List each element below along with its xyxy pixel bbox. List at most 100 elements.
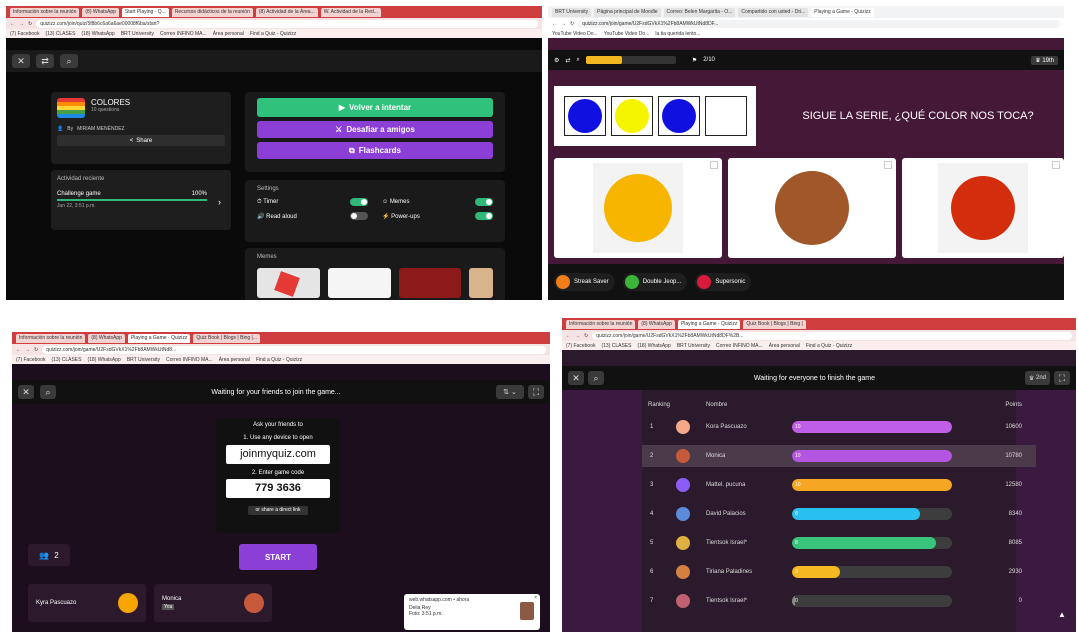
chevron-right-icon[interactable]: › — [218, 197, 221, 207]
bookmark[interactable]: Correo INFINO MA... — [716, 343, 763, 349]
shuffle-icon[interactable]: ⇄ — [565, 57, 570, 64]
browser-tab[interactable]: Información sobre la reunión — [16, 333, 86, 343]
share-button[interactable]: < Share — [57, 135, 225, 146]
bookmark[interactable]: (18) WhatsApp — [637, 343, 670, 349]
progress-fill — [585, 56, 622, 64]
bookmark[interactable]: (18) WhatsApp — [81, 31, 114, 37]
meme-thumbnail[interactable] — [257, 268, 320, 298]
forward-icon[interactable]: → — [25, 347, 30, 353]
option-corner-icon — [1052, 161, 1060, 169]
powerup-double-jeopardy[interactable]: Double Jeop... — [622, 273, 688, 291]
bookmark[interactable]: BRT University — [677, 343, 710, 349]
bookmark[interactable]: (13) CLASES — [51, 357, 81, 363]
browser-tab[interactable]: (8) WhatsApp — [82, 7, 119, 17]
bookmark[interactable]: (18) WhatsApp — [87, 357, 120, 363]
reload-icon[interactable]: ↻ — [570, 21, 574, 27]
search-icon[interactable]: ⌕ — [40, 385, 56, 399]
start-button[interactable]: START — [239, 544, 317, 570]
bookmark[interactable]: BRT University — [121, 31, 154, 37]
bookmark[interactable]: Find a Quiz - Quizizz — [256, 357, 302, 363]
browser-tab[interactable]: Compartido con usted - Dri... — [738, 7, 809, 17]
url-field[interactable]: quizizz.com/join/game/U2FsdGVkX1%2Fb8AMW… — [592, 331, 1072, 340]
meme-thumbnail[interactable] — [398, 268, 462, 298]
url-field[interactable]: quizizz.com/join/game/U2FsdGVkX1%2Fb8AMW… — [42, 345, 546, 354]
back-icon[interactable]: ← — [10, 21, 15, 27]
retry-button[interactable]: ▶ Volver a intentar — [257, 98, 493, 117]
close-icon[interactable]: × — [534, 595, 537, 601]
fullscreen-icon[interactable]: ⛶ — [528, 385, 544, 399]
bookmark[interactable]: YouTube Video Do... — [552, 31, 598, 37]
search-icon[interactable]: ⌕ — [60, 54, 78, 68]
browser-tab[interactable]: Información sobre la reunión — [566, 319, 636, 329]
browser-tab-active[interactable]: Playing a Game - Quizizz — [811, 7, 874, 17]
read-aloud-toggle[interactable] — [350, 212, 368, 220]
powerup-supersonic[interactable]: Supersonic — [695, 273, 752, 291]
browser-tab-active[interactable]: Playing a Game - Quizizz — [677, 319, 741, 329]
settings-icon[interactable]: ⚙ — [554, 57, 559, 64]
browser-tab[interactable]: (8) WhatsApp — [88, 333, 125, 343]
browser-tab[interactable]: Quiz Book | Blogs | Bing | — [743, 319, 806, 329]
forward-icon[interactable]: → — [561, 21, 566, 27]
timer-toggle[interactable] — [350, 198, 368, 206]
bookmark[interactable]: Área personal — [213, 31, 244, 37]
challenge-friends-button[interactable]: ⚔ Desafiar a amigos — [257, 121, 493, 138]
url-field[interactable]: quizizz.com/join/quiz/5f8b6c6a6a6ae00008… — [36, 19, 538, 28]
bookmark[interactable]: Correo INFINO MA... — [166, 357, 213, 363]
browser-tab[interactable]: BRT University — [552, 7, 592, 17]
bookmark[interactable]: la tia querida lento... — [655, 31, 700, 37]
shuffle-icon[interactable]: ⇄ — [36, 54, 54, 68]
bookmark[interactable]: (13) CLASES — [45, 31, 75, 37]
close-icon[interactable]: ✕ — [568, 371, 584, 385]
whatsapp-notification[interactable]: web.whatsapp.com • ahora Delia Rey Foto:… — [404, 594, 540, 630]
memes-toggle[interactable] — [475, 198, 493, 206]
bookmark[interactable]: (7) Facebook — [566, 343, 595, 349]
theme-menu-icon[interactable]: ⇅ ⌄ — [496, 385, 524, 399]
row-name: Kora Pascuazo — [706, 424, 747, 430]
answer-option[interactable] — [554, 158, 722, 258]
bookmark[interactable]: Área personal — [769, 343, 800, 349]
bookmark[interactable]: BRT University — [127, 357, 160, 363]
close-icon[interactable]: ✕ — [18, 385, 34, 399]
bookmark[interactable]: (7) Facebook — [10, 31, 39, 37]
back-icon[interactable]: ← — [552, 21, 557, 27]
share-link-button[interactable]: or share a direct link — [248, 506, 308, 515]
forward-icon[interactable]: → — [575, 333, 580, 339]
fullscreen-icon[interactable]: ⛶ — [1054, 371, 1070, 385]
forward-icon[interactable]: → — [19, 21, 24, 27]
reload-icon[interactable]: ↻ — [28, 21, 32, 27]
back-icon[interactable]: ← — [16, 347, 21, 353]
browser-tab[interactable]: W. Actividad de la Red... — [320, 7, 381, 17]
url-field[interactable]: quizizz.com/join/game/U2FsdGVkX1%2Fb8AMW… — [578, 19, 1060, 28]
browser-tab[interactable]: Página principal de Moodle — [594, 7, 661, 17]
browser-tab[interactable]: Recursos didácticos de la reunión — [171, 7, 253, 17]
bookmark[interactable]: Área personal — [219, 357, 250, 363]
browser-tab[interactable]: (8) Actividad de la Área... — [255, 7, 318, 17]
meme-thumbnail[interactable] — [469, 268, 493, 298]
recent-activity-item[interactable]: Challenge game 100% Jun 22, 3:51 p.m. › — [57, 191, 225, 221]
browser-tab-active[interactable]: Playing a Game - Quizizz — [127, 333, 191, 343]
browser-tab[interactable]: (8) WhatsApp — [638, 319, 675, 329]
browser-tab[interactable]: Quiz Book | Blogs | Bing |... — [193, 333, 260, 343]
browser-tab[interactable]: Correo: Belen Margarita - O... — [663, 7, 736, 17]
search-icon[interactable]: ⌕ — [576, 57, 579, 64]
bookmark[interactable]: (7) Facebook — [16, 357, 45, 363]
bookmark[interactable]: (13) CLASES — [601, 343, 631, 349]
close-icon[interactable]: ✕ — [12, 54, 30, 68]
powerups-toggle[interactable] — [475, 212, 493, 220]
reload-icon[interactable]: ↻ — [584, 333, 588, 339]
powerup-streak-saver[interactable]: Streak Saver — [554, 273, 615, 291]
back-icon[interactable]: ← — [566, 333, 571, 339]
browser-tab[interactable]: Información sobre la reunión — [10, 7, 80, 17]
search-icon[interactable]: ⌕ — [588, 371, 604, 385]
bookmark[interactable]: Correo INFINO MA... — [160, 31, 207, 37]
bookmark[interactable]: Find a Quiz - Quizizz — [806, 343, 852, 349]
answer-option[interactable] — [728, 158, 896, 258]
answer-option[interactable] — [902, 158, 1064, 258]
meme-thumbnail[interactable] — [327, 268, 391, 298]
flashcards-button[interactable]: ⧉ Flashcards — [257, 142, 493, 159]
browser-tab-active[interactable]: Start Playing - Q... — [121, 7, 169, 17]
reload-icon[interactable]: ↻ — [34, 347, 38, 353]
bookmark[interactable]: YouTube Video Do... — [604, 31, 650, 37]
bookmark[interactable]: Find a Quiz - Quizizz — [250, 31, 296, 37]
row-points: 8340 — [1008, 511, 1022, 517]
